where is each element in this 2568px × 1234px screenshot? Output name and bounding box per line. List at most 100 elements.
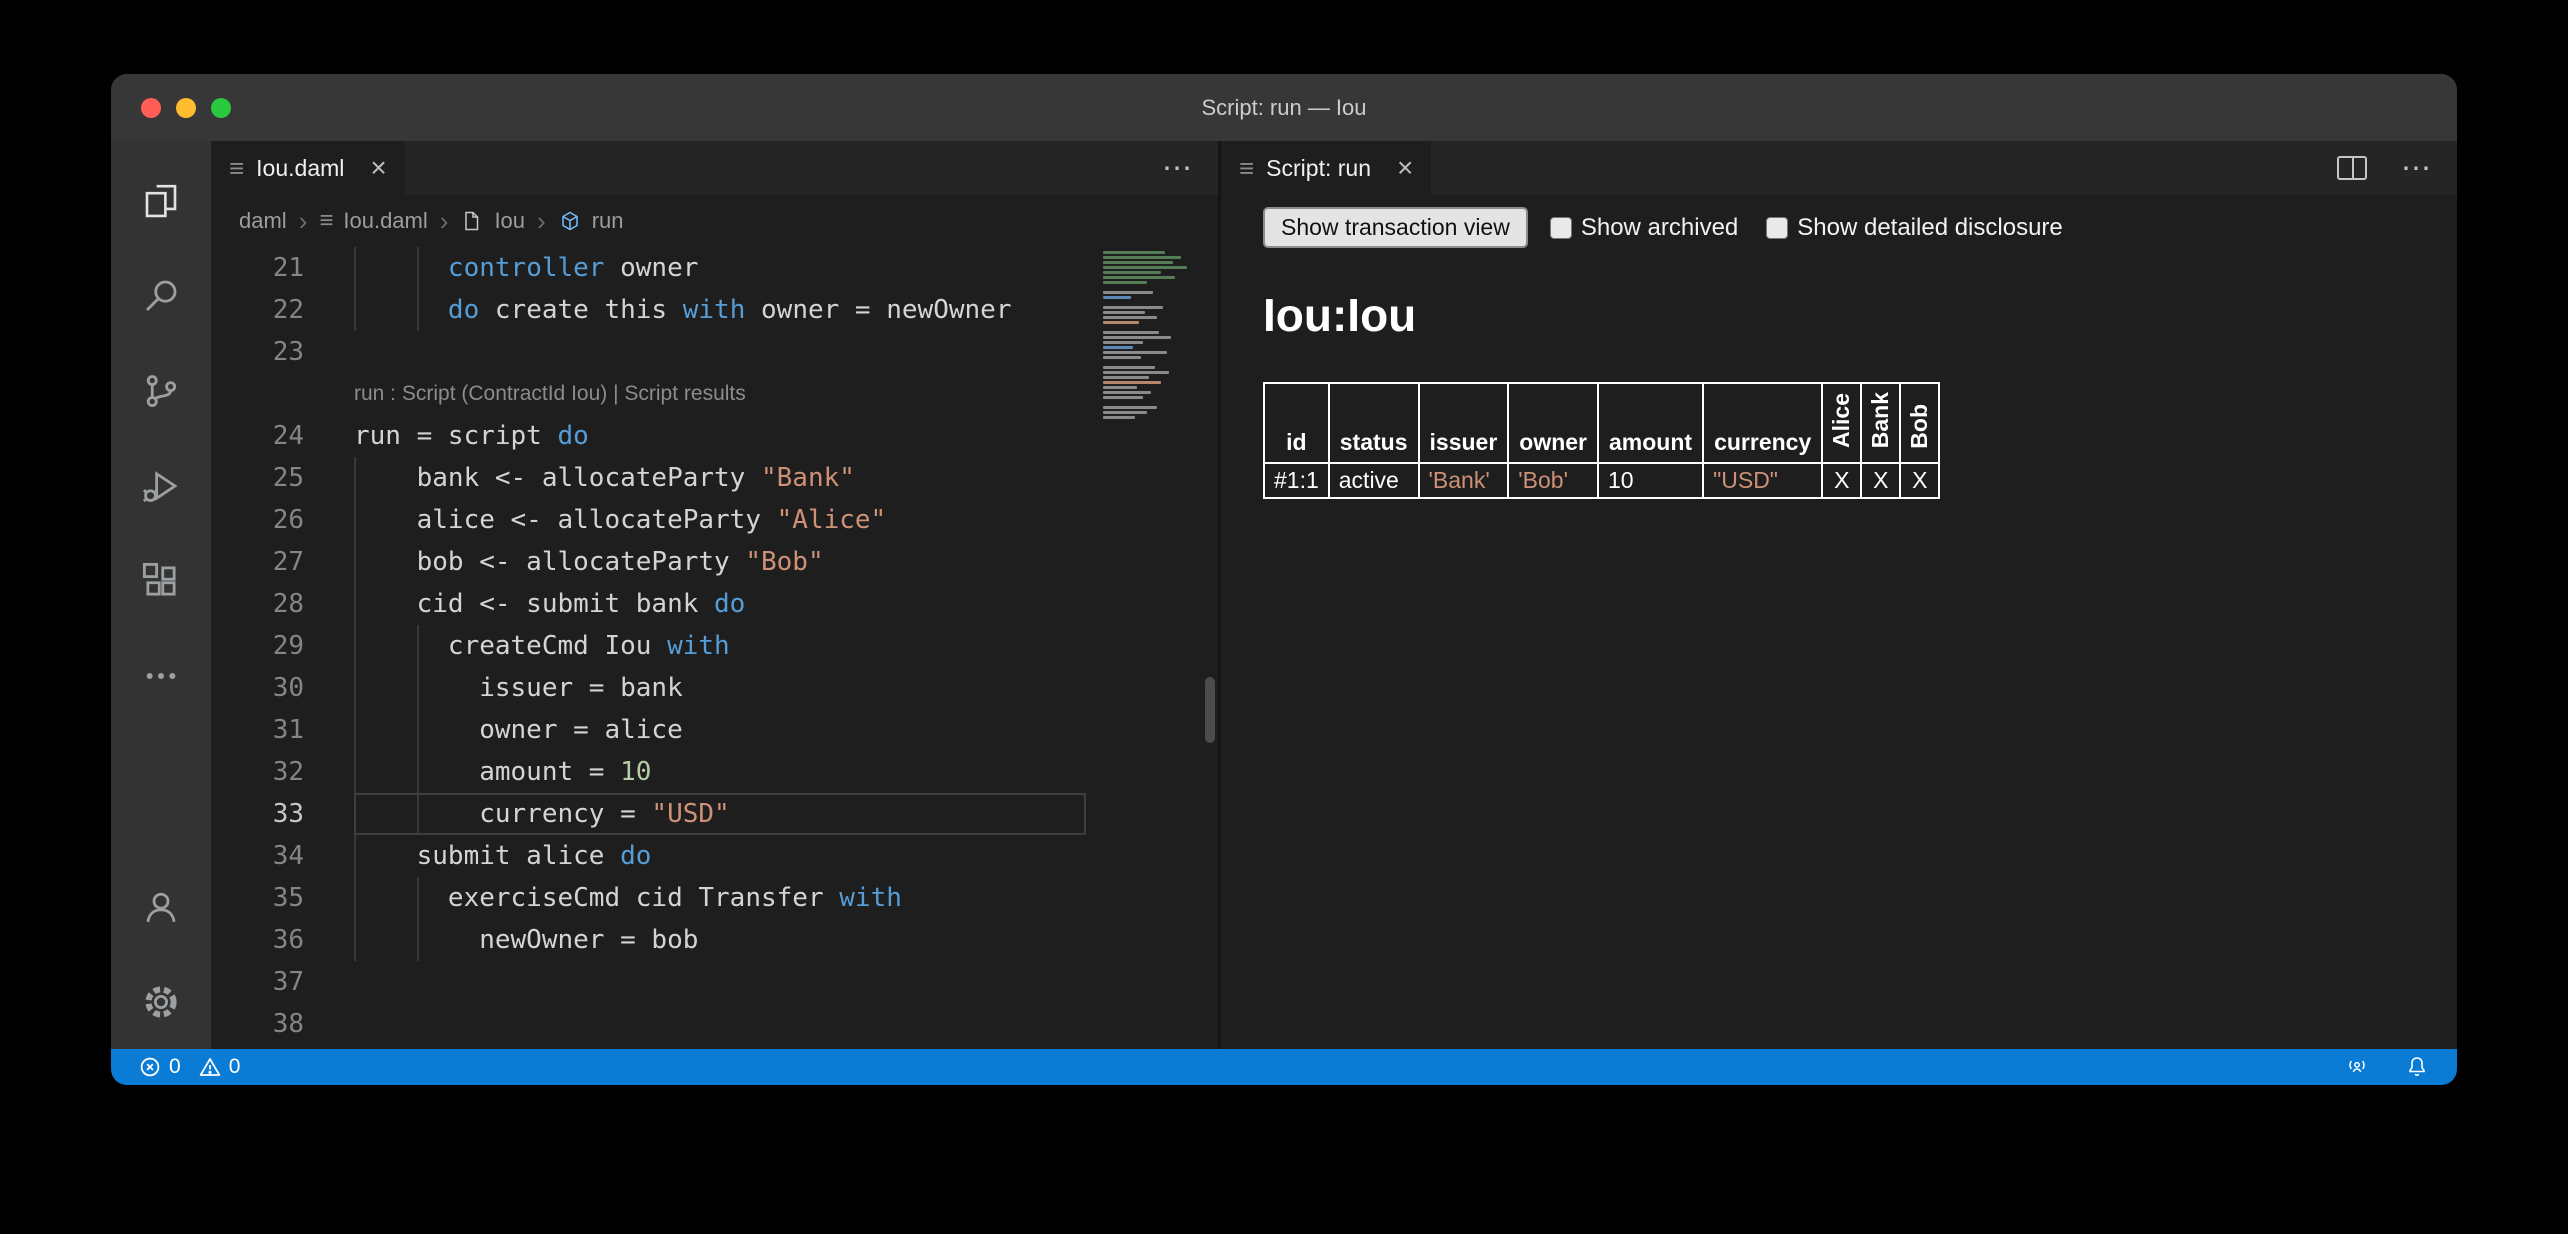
ellipsis-icon — [140, 655, 182, 697]
zoom-window-button[interactable] — [211, 98, 231, 118]
error-icon — [139, 1056, 161, 1078]
tab-label: Iou.daml — [256, 155, 344, 182]
code-line-37[interactable]: 37 — [211, 961, 1218, 1003]
contract-cell: "USD" — [1703, 463, 1822, 498]
source-control-icon — [140, 370, 182, 412]
code-line-35[interactable]: 35 exerciseCmd cid Transfer with — [211, 877, 1218, 919]
bell-icon — [2405, 1055, 2429, 1079]
code-lines: 21 controller owner22 do create this wit… — [211, 247, 1218, 1045]
panel-more-actions-icon[interactable]: ⋯ — [2401, 151, 2431, 186]
script-results-panel: ≡ Script: run × ⋯ Show transaction view … — [1221, 141, 2457, 1049]
party-column-header: Bank — [1861, 383, 1900, 463]
minimap-line — [1103, 261, 1173, 264]
code-line-28[interactable]: 28 cid <- submit bank do — [211, 583, 1218, 625]
title-bar: Script: run — Iou — [111, 74, 2457, 141]
code-line-33[interactable]: 33 currency = "USD" — [211, 793, 1218, 835]
code-line-29[interactable]: 29 createCmd Iou with — [211, 625, 1218, 667]
status-bar: 0 0 — [111, 1049, 2457, 1085]
code-line-23[interactable]: 23 — [211, 331, 1218, 373]
chevron-right-icon: › — [440, 206, 449, 237]
breadcrumb-item-daml[interactable]: daml — [239, 208, 287, 234]
symbol-cube-icon — [558, 209, 582, 233]
show-transaction-view-button[interactable]: Show transaction view — [1263, 207, 1528, 248]
minimap-line — [1103, 296, 1131, 299]
problems-indicator[interactable]: 0 0 — [139, 1055, 250, 1079]
code-line-30[interactable]: 30 issuer = bank — [211, 667, 1218, 709]
editor-group: ≡ Iou.daml × ⋯ daml › ≡ Iou.daml › Iou › — [211, 141, 1221, 1049]
editor-more-actions-icon[interactable]: ⋯ — [1162, 151, 1192, 186]
close-window-button[interactable] — [141, 98, 161, 118]
minimap[interactable] — [1103, 251, 1200, 421]
minimap-line — [1103, 251, 1165, 254]
feedback-icon — [2345, 1055, 2369, 1079]
file-icon: ≡ — [319, 207, 333, 235]
breadcrumb-item-symbol[interactable]: run — [592, 208, 624, 234]
minimap-line — [1103, 291, 1153, 294]
code-line-22[interactable]: 22 do create this with owner = newOwner — [211, 289, 1218, 331]
more-views-button[interactable] — [111, 628, 211, 723]
explorer-icon — [140, 180, 182, 222]
source-control-button[interactable] — [111, 343, 211, 438]
close-tab-icon[interactable]: × — [370, 152, 386, 184]
minimap-line — [1103, 356, 1141, 359]
contract-cell: X — [1900, 463, 1939, 498]
code-line-38[interactable]: 38 — [211, 1003, 1218, 1045]
feedback-button[interactable] — [2345, 1055, 2369, 1079]
code-line-32[interactable]: 32 amount = 10 — [211, 751, 1218, 793]
minimap-line — [1103, 346, 1133, 349]
show-detailed-disclosure-label: Show detailed disclosure — [1797, 214, 2063, 242]
code-line-36[interactable]: 36 newOwner = bob — [211, 919, 1218, 961]
search-button[interactable] — [111, 248, 211, 343]
show-detailed-disclosure-checkbox[interactable] — [1766, 217, 1788, 239]
editor-scrollbar[interactable] — [1205, 677, 1215, 743]
settings-button[interactable] — [111, 954, 211, 1049]
column-header: owner — [1508, 383, 1598, 463]
code-line-26[interactable]: 26 alice <- allocateParty "Alice" — [211, 499, 1218, 541]
activity-bar — [111, 141, 211, 1049]
template-heading: Iou:Iou — [1263, 288, 2457, 342]
warning-count: 0 — [229, 1055, 241, 1079]
minimap-line — [1103, 341, 1143, 344]
tab-script-run[interactable]: ≡ Script: run × — [1221, 141, 1431, 195]
minimap-line — [1103, 266, 1187, 269]
column-header: status — [1329, 383, 1419, 463]
column-header: issuer — [1419, 383, 1509, 463]
show-archived-label: Show archived — [1581, 214, 1738, 242]
minimap-line — [1103, 256, 1181, 259]
notifications-button[interactable] — [2405, 1055, 2429, 1079]
explorer-button[interactable] — [111, 153, 211, 248]
minimap-line — [1103, 351, 1167, 354]
extensions-button[interactable] — [111, 533, 211, 628]
script-view: Show transaction view Show archived Show… — [1221, 195, 2457, 1049]
error-count: 0 — [169, 1055, 181, 1079]
minimize-window-button[interactable] — [176, 98, 196, 118]
minimap-line — [1103, 281, 1147, 284]
search-icon — [140, 275, 182, 317]
extensions-icon — [140, 560, 182, 602]
run-and-debug-icon — [140, 465, 182, 507]
run-and-debug-button[interactable] — [111, 438, 211, 533]
accounts-button[interactable] — [111, 859, 211, 954]
account-icon — [140, 886, 182, 928]
codelens[interactable]: run : Script (ContractId Iou) | Script r… — [211, 373, 1218, 415]
breadcrumb-item-file[interactable]: Iou.daml — [343, 208, 427, 234]
code-line-21[interactable]: 21 controller owner — [211, 247, 1218, 289]
split-editor-icon[interactable] — [2337, 156, 2367, 180]
code-line-27[interactable]: 27 bob <- allocateParty "Bob" — [211, 541, 1218, 583]
tab-iou-daml[interactable]: ≡ Iou.daml × — [211, 141, 405, 195]
contract-cell: 'Bank' — [1419, 463, 1509, 498]
code-line-31[interactable]: 31 owner = alice — [211, 709, 1218, 751]
file-icon: ≡ — [229, 153, 244, 184]
code-line-24[interactable]: 24run = script do — [211, 415, 1218, 457]
breadcrumb-item-module[interactable]: Iou — [494, 208, 525, 234]
close-tab-icon[interactable]: × — [1397, 152, 1413, 184]
contract-cell: X — [1861, 463, 1900, 498]
code-line-34[interactable]: 34 submit alice do — [211, 835, 1218, 877]
code-editor[interactable]: 21 controller owner22 do create this wit… — [211, 247, 1218, 1049]
contract-cell: 10 — [1598, 463, 1703, 498]
show-archived-checkbox[interactable] — [1550, 217, 1572, 239]
code-line-25[interactable]: 25 bank <- allocateParty "Bank" — [211, 457, 1218, 499]
settings-gear-icon — [140, 981, 182, 1023]
contract-cell: 'Bob' — [1508, 463, 1598, 498]
minimap-line — [1103, 331, 1159, 334]
